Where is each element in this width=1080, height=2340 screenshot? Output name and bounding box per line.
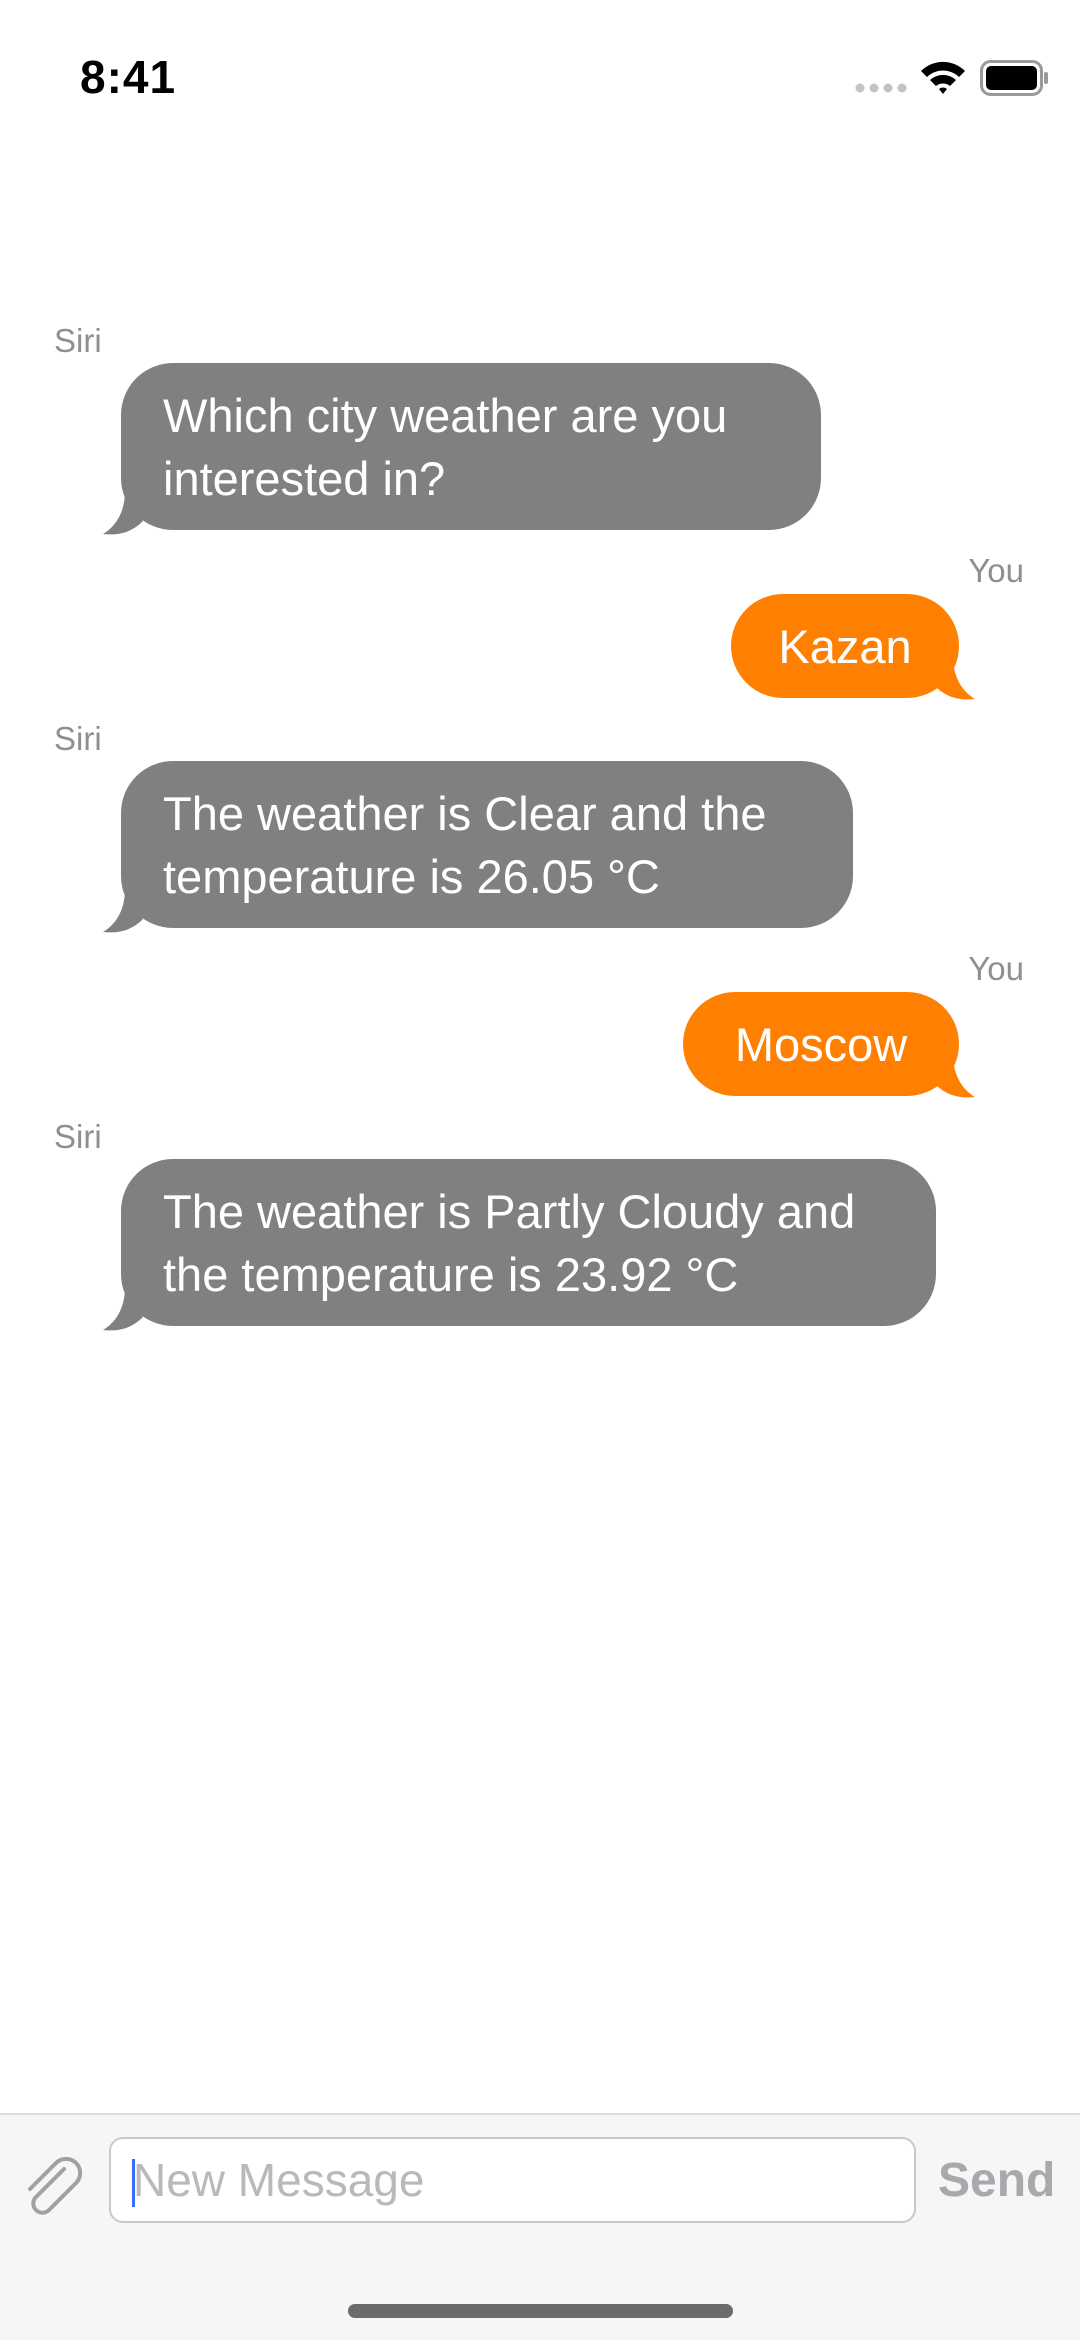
message-line: The weather is Clear and the [163,787,767,840]
send-button[interactable]: Send [938,2153,1055,2208]
message-bubble-outgoing: Kazan [731,594,959,698]
message-line: interested in? [163,452,446,505]
chat-transcript: Siri Which city weather are you interest… [0,0,1080,2110]
sender-label: Siri [54,1118,102,1155]
message-line: Which city weather are you [163,389,728,442]
text-caret [132,2159,135,2207]
sender-label: You [968,950,1024,987]
message-line: the temperature is 23.92 °C [163,1248,739,1301]
message-bubble-incoming: Which city weather are you interested in… [121,363,821,530]
message-bubble-outgoing: Moscow [683,992,959,1096]
sender-label: Siri [54,720,102,757]
home-indicator [348,2304,733,2318]
message-composer: Send [0,2113,1080,2340]
message-line: The weather is Partly Cloudy and [163,1185,856,1238]
message-bubble-incoming: The weather is Partly Cloudy and the tem… [121,1159,936,1326]
sender-label: Siri [54,322,102,359]
paperclip-icon[interactable] [20,2155,88,2223]
sender-label: You [968,552,1024,589]
message-line: Kazan [778,620,912,673]
message-bubble-incoming: The weather is Clear and the temperature… [121,761,853,928]
message-field[interactable] [109,2137,916,2223]
message-line: temperature is 26.05 °C [163,850,660,903]
message-input[interactable] [111,2139,914,2221]
message-line: Moscow [734,1018,908,1071]
